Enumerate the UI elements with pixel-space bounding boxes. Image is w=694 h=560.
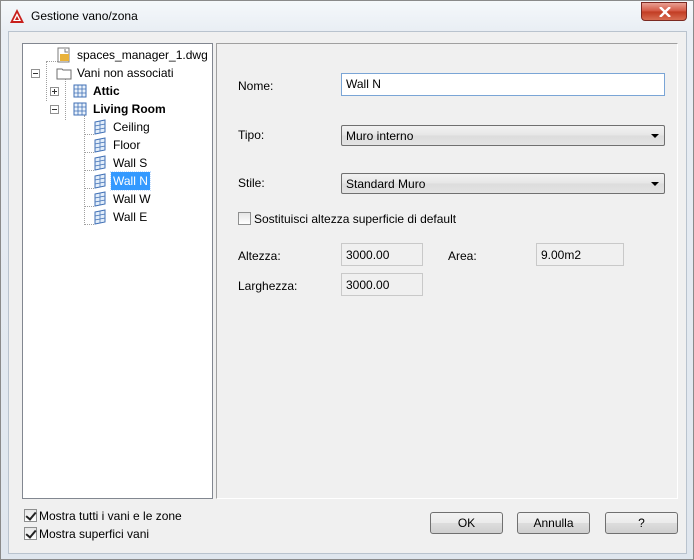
dwg-file-icon bbox=[57, 47, 70, 63]
tree-item-attic[interactable]: Attic bbox=[23, 82, 212, 100]
dialog-body: spaces_manager_1.dwg Vani non associati … bbox=[8, 31, 687, 554]
type-select[interactable]: Muro interno bbox=[341, 125, 665, 146]
tree-item-wall-s[interactable]: Wall S bbox=[23, 154, 212, 172]
surface-icon bbox=[94, 209, 106, 225]
tree-item-file[interactable]: spaces_manager_1.dwg bbox=[23, 46, 212, 64]
folder-icon bbox=[56, 68, 72, 80]
tree-item-wall-n[interactable]: Wall N bbox=[23, 171, 212, 191]
collapse-toggle[interactable] bbox=[50, 105, 59, 114]
tree-item-label: Living Room bbox=[93, 102, 166, 116]
tree-item-label: Wall E bbox=[113, 210, 148, 224]
cancel-button[interactable]: Annulla bbox=[517, 512, 590, 534]
tree-item-group[interactable]: Vani non associati bbox=[23, 64, 212, 82]
tree-item-floor[interactable]: Floor bbox=[23, 136, 212, 154]
style-select-value: Standard Muro bbox=[346, 177, 426, 191]
area-value: 9.00m2 bbox=[536, 243, 624, 266]
close-icon bbox=[659, 7, 671, 17]
type-label: Tipo: bbox=[238, 128, 265, 142]
close-button[interactable] bbox=[641, 2, 687, 21]
tree-item-wall-w[interactable]: Wall W bbox=[23, 190, 212, 208]
collapse-toggle[interactable] bbox=[31, 69, 40, 78]
dialog-window: Gestione vano/zona spaces_manager_1.dwg … bbox=[0, 0, 694, 560]
type-select-value: Muro interno bbox=[346, 129, 414, 143]
name-field[interactable]: Wall N bbox=[341, 73, 665, 96]
ok-button[interactable]: OK bbox=[430, 512, 503, 534]
space-tree[interactable]: spaces_manager_1.dwg Vani non associati … bbox=[22, 43, 213, 499]
tree-item-label: Ceiling bbox=[113, 120, 150, 134]
surface-icon bbox=[94, 119, 106, 135]
surface-icon bbox=[94, 191, 106, 207]
space-icon bbox=[73, 102, 87, 116]
surface-icon bbox=[94, 155, 106, 171]
override-height-checkbox[interactable] bbox=[238, 212, 251, 225]
chevron-down-icon bbox=[651, 134, 659, 138]
space-icon bbox=[73, 84, 87, 98]
style-label: Stile: bbox=[238, 176, 265, 190]
tree-item-label-selected: Wall N bbox=[110, 171, 151, 191]
show-all-spaces-label: Mostra tutti i vani e le zone bbox=[39, 509, 182, 523]
tree-item-ceiling[interactable]: Ceiling bbox=[23, 118, 212, 136]
tree-item-label: Floor bbox=[113, 138, 141, 152]
properties-panel: Nome: Wall N Tipo: Muro interno Stile: S… bbox=[216, 43, 678, 499]
height-value: 3000.00 bbox=[341, 243, 423, 266]
chevron-down-icon bbox=[651, 182, 659, 186]
tree-item-wall-e[interactable]: Wall E bbox=[23, 208, 212, 226]
show-all-spaces-checkbox[interactable] bbox=[24, 509, 37, 522]
tree-item-label: spaces_manager_1.dwg bbox=[77, 48, 208, 62]
show-surfaces-label: Mostra superfici vani bbox=[39, 527, 150, 541]
tree-item-label: Attic bbox=[93, 84, 120, 98]
help-button[interactable]: ? bbox=[605, 512, 678, 534]
tree-item-label: Wall S bbox=[113, 156, 148, 170]
height-label: Altezza: bbox=[238, 249, 281, 263]
autocad-app-icon bbox=[10, 9, 24, 23]
width-label: Larghezza: bbox=[238, 279, 298, 293]
surface-icon bbox=[94, 137, 106, 153]
title-bar[interactable]: Gestione vano/zona bbox=[1, 1, 693, 31]
tree-item-living-room[interactable]: Living Room bbox=[23, 100, 212, 118]
tree-item-label: Vani non associati bbox=[77, 66, 174, 80]
surface-icon bbox=[94, 173, 106, 189]
tree-item-label: Wall W bbox=[113, 192, 151, 206]
style-select[interactable]: Standard Muro bbox=[341, 173, 665, 194]
width-value: 3000.00 bbox=[341, 273, 423, 296]
expand-toggle[interactable] bbox=[50, 87, 59, 96]
area-label: Area: bbox=[448, 249, 477, 263]
show-surfaces-checkbox[interactable] bbox=[24, 527, 37, 540]
override-height-label: Sostituisci altezza superficie di defaul… bbox=[254, 212, 457, 226]
name-label: Nome: bbox=[238, 79, 274, 93]
window-title: Gestione vano/zona bbox=[31, 9, 138, 23]
